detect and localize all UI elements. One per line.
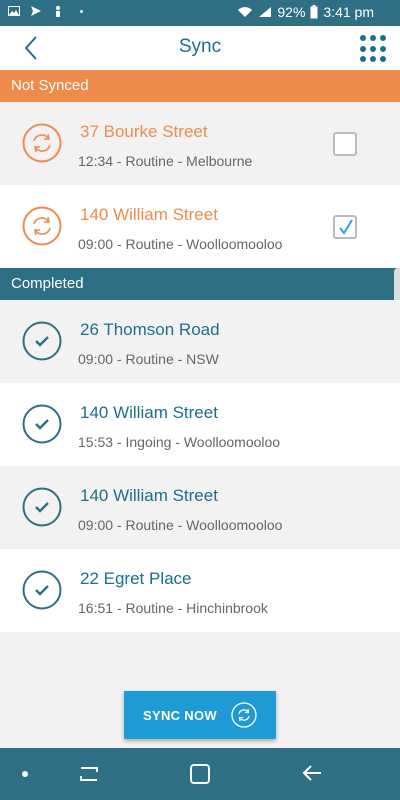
sync-pending-icon: [22, 206, 62, 246]
select-checkbox-checked[interactable]: [333, 215, 357, 239]
check-circle-icon: [22, 570, 62, 610]
sync-icon: [231, 702, 257, 728]
item-subtitle: 15:53 - Ingoing - Woolloomooloo: [78, 434, 281, 450]
item-subtitle: 09:00 - Routine - Woolloomooloo: [78, 517, 283, 533]
page-title: Sync: [178, 36, 222, 57]
nav-back-icon[interactable]: [301, 762, 323, 784]
battery-percent: 92%: [277, 4, 306, 20]
check-circle-icon: [22, 404, 62, 444]
list-item[interactable]: 37 Bourke Street 12:34 - Routine - Melbo…: [0, 102, 400, 185]
item-subtitle: 09:00 - Routine - Woolloomooloo: [78, 236, 283, 252]
signal-icon: [259, 7, 272, 17]
check-circle-icon: [22, 487, 62, 527]
item-title: 37 Bourke Street: [80, 122, 208, 141]
sync-now-label: SYNC NOW: [143, 707, 217, 723]
recent-apps-icon[interactable]: [78, 764, 100, 784]
system-nav-bar: [0, 748, 400, 800]
dot-icon: [80, 9, 83, 13]
clock: 3:41 pm: [323, 4, 374, 20]
list-item[interactable]: 140 William Street 15:53 - Ingoing - Woo…: [0, 383, 400, 466]
person-icon: [55, 5, 61, 17]
item-title: 26 Thomson Road: [80, 320, 220, 339]
home-icon[interactable]: [190, 764, 210, 784]
section-header-not-synced: Not Synced: [0, 70, 400, 102]
image-icon: [8, 6, 20, 16]
list-item[interactable]: 22 Egret Place 16:51 - Routine - Hinchin…: [0, 549, 400, 632]
item-title: 22 Egret Place: [80, 569, 192, 588]
sync-pending-icon: [22, 123, 62, 163]
sync-now-button[interactable]: SYNC NOW: [124, 691, 276, 739]
item-title: 140 William Street: [80, 403, 218, 422]
item-subtitle: 16:51 - Routine - Hinchinbrook: [78, 600, 268, 616]
item-title: 140 William Street: [80, 486, 218, 505]
send-icon: [31, 6, 41, 16]
battery-icon: [310, 5, 318, 19]
wifi-icon: [238, 7, 253, 17]
status-bar: 92% 3:41 pm: [0, 0, 400, 26]
item-subtitle: 12:34 - Routine - Melbourne: [78, 153, 253, 169]
list-item[interactable]: 140 William Street 09:00 - Routine - Woo…: [0, 185, 400, 268]
select-checkbox[interactable]: [333, 132, 357, 156]
list-item[interactable]: 140 William Street 09:00 - Routine - Woo…: [0, 466, 400, 549]
item-title: 140 William Street: [80, 205, 218, 224]
app-bar: Sync: [0, 26, 400, 70]
check-circle-icon: [22, 321, 62, 361]
nav-dot-icon[interactable]: [22, 771, 28, 777]
apps-grid-icon[interactable]: [360, 35, 388, 63]
checkmark-icon: [339, 219, 353, 235]
item-subtitle: 09:00 - Routine - NSW: [78, 351, 219, 367]
list-item[interactable]: 26 Thomson Road 09:00 - Routine - NSW: [0, 300, 400, 383]
section-header-completed: Completed: [0, 268, 400, 300]
